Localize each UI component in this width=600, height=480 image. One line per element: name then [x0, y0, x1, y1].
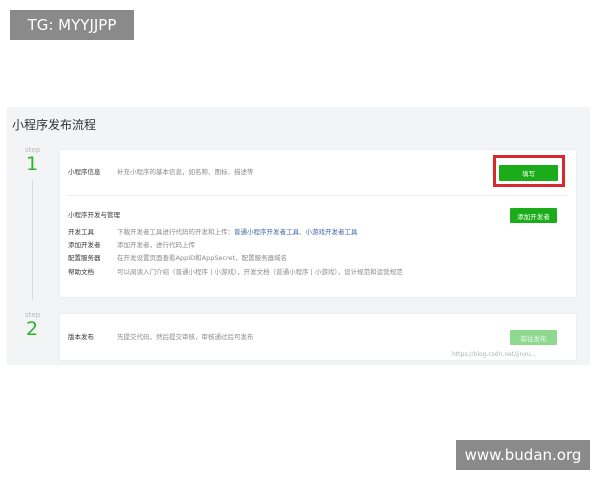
add-developer-desc: 添加开发者，进行代码上传: [117, 241, 195, 249]
top-left-watermark-tag: TG: MYYJJPP: [10, 10, 134, 40]
go-release-button[interactable]: 前往发布: [510, 330, 557, 345]
help-docs-label: 帮助文档: [68, 268, 94, 276]
highlight-box: [493, 155, 565, 187]
dev-management-title: 小程序开发与管理: [68, 211, 120, 219]
config-server-label: 配置服务器: [68, 254, 101, 262]
dev-tools-label: 开发工具: [68, 228, 94, 236]
dev-tools-desc: 下载开发者工具进行代码的开发和上传：普通小程序开发者工具、小游戏开发者工具: [117, 229, 358, 236]
add-developer-label: 添加开发者: [68, 241, 101, 249]
bottom-right-watermark-tag: www.budan.org: [456, 440, 590, 470]
config-server-desc: 在开发设置页面查看AppID和AppSecret，配置服务器域名: [117, 254, 288, 262]
step-connector-line: [32, 180, 33, 300]
mini-program-info-label: 小程序信息: [68, 168, 101, 176]
help-docs-desc: 可以阅读入门介绍（普通小程序 | 小游戏），开发文档（普通小程序 | 小游戏），…: [117, 268, 403, 276]
mini-game-tool-link[interactable]: 小游戏开发者工具: [306, 228, 358, 236]
dev-tools-desc-text: 下载开发者工具进行代码的开发和上传：: [117, 228, 234, 236]
add-developer-button[interactable]: 添加开发者: [510, 208, 557, 223]
page-title: 小程序发布流程: [12, 118, 97, 132]
normal-mini-program-tool-link[interactable]: 普通小程序开发者工具: [234, 228, 299, 236]
card-divider: [68, 195, 568, 196]
step-2-number: 2: [26, 318, 39, 340]
step-1-number: 1: [26, 153, 39, 175]
version-release-label: 版本发布: [68, 333, 94, 341]
image-source-watermark: https://blog.csdn.net/jinxu...: [452, 351, 537, 358]
mini-program-info-desc: 补充小程序的基本信息，如名称、图标、描述等: [117, 168, 254, 176]
version-release-desc: 先提交代码，然后提交审核，审核通过后可发布: [117, 333, 254, 341]
